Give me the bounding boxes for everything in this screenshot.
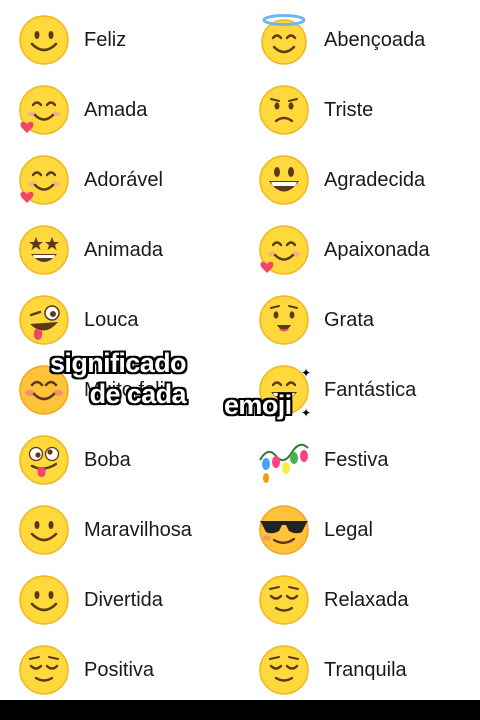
list-item-adoravel: Adorável [18, 148, 163, 212]
halo-face-icon [258, 14, 310, 66]
relieved-face-icon [18, 644, 70, 696]
relieved-face-icon [258, 574, 310, 626]
emoji-label: Legal [324, 518, 373, 541]
emoji-grid: Feliz Amada Adorável Animada Louca Muito… [0, 0, 480, 700]
emoji-label: Muito feliz [84, 378, 175, 401]
emoji-label: Maravilhosa [84, 518, 192, 541]
emoji-label: Agradecida [324, 168, 426, 191]
list-item-muito-feliz: Muito feliz [18, 358, 174, 422]
list-item-legal: Legal [258, 498, 373, 562]
list-item-fantastica: Fantástica [258, 358, 416, 422]
smiling-face-with-heart-icon [18, 84, 70, 136]
smiling-face-icon [18, 574, 70, 626]
emoji-label: Positiva [84, 658, 155, 681]
hopeful-face-icon [258, 294, 310, 346]
sparkle-icon: ✦ [301, 406, 312, 420]
grinning-face-icon [258, 154, 310, 206]
list-item-triste: Triste [258, 78, 373, 142]
emoji-label: Fantástica [324, 378, 417, 401]
smiling-face-icon [18, 504, 70, 556]
bottom-bar [0, 700, 480, 720]
emoji-label: Boba [84, 448, 131, 471]
emoji-label: Apaixonada [324, 238, 430, 261]
list-item-agradecida: Agradecida [258, 148, 425, 212]
emoji-label: Adorável [84, 168, 163, 191]
emoji-label: Tranquila [324, 658, 407, 681]
emoji-label: Grata [324, 308, 375, 331]
list-item-divertida: Divertida [18, 568, 163, 632]
list-item-amada: Amada [18, 78, 147, 142]
smiling-face-icon [18, 14, 70, 66]
list-item-festiva: Festiva [258, 428, 388, 492]
emoji-label: Feliz [84, 28, 127, 51]
list-item-grata: Grata [258, 288, 374, 352]
emoji-label: Abençoada [324, 28, 426, 51]
list-item-feliz: Feliz [18, 8, 126, 72]
party-lights-icon [258, 434, 310, 486]
list-item-maravilhosa: Maravilhosa [18, 498, 192, 562]
emoji-label: Festiva [324, 448, 389, 471]
sunglasses-face-icon [258, 504, 310, 556]
list-item-louca: Louca [18, 288, 139, 352]
blushing-smile-face-icon [18, 364, 70, 416]
emoji-label: Amada [84, 98, 148, 121]
emoji-label: Divertida [84, 588, 163, 611]
emoji-label: Triste [324, 98, 374, 121]
list-item-positiva: Positiva [18, 638, 154, 702]
smiling-face-with-heart-icon [18, 154, 70, 206]
list-item-animada: Animada [18, 218, 163, 282]
smiling-face-with-heart-icon [258, 224, 310, 276]
sad-face-icon [258, 84, 310, 136]
emoji-label: Animada [84, 238, 163, 261]
sparkle-icon: ✦ [301, 366, 312, 380]
zany-face-icon [18, 294, 70, 346]
list-item-boba: Boba [18, 428, 131, 492]
emoji-label: Relaxada [324, 588, 409, 611]
goofy-face-icon [18, 434, 70, 486]
list-item-relaxada: Relaxada [258, 568, 409, 632]
emoji-label: Louca [84, 308, 139, 331]
list-item-apaixonada: Apaixonada [258, 218, 430, 282]
list-item-tranquila: Tranquila [258, 638, 407, 702]
list-item-abencoada: Abençoada [258, 8, 425, 72]
relieved-face-icon [258, 644, 310, 696]
star-struck-face-icon [18, 224, 70, 276]
